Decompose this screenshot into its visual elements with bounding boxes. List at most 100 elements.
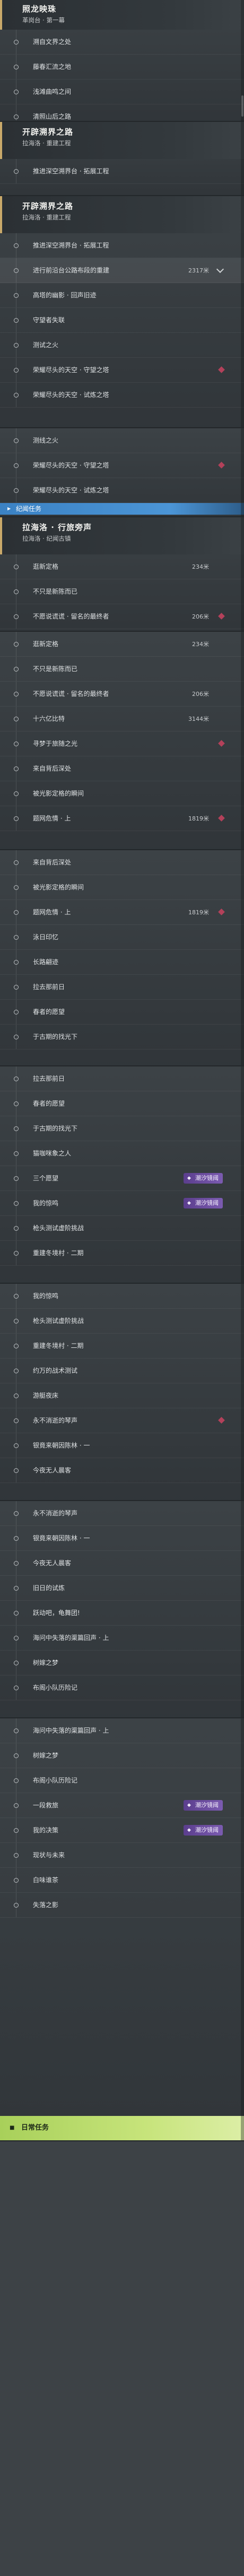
- quest-item[interactable]: 测试之火: [0, 333, 244, 358]
- quest-chapter-header[interactable]: 开辟溯界之路 拉海洛 · 重建工程: [0, 122, 244, 159]
- quest-chapter-header[interactable]: 照龙映珠 革岗台 · 第一幕: [0, 0, 244, 30]
- quest-item[interactable]: 永不消逝的琴声: [0, 1408, 244, 1433]
- status-dot-icon: [14, 1586, 19, 1591]
- quest-item[interactable]: 不只是新陈而已: [0, 657, 244, 682]
- quest-item[interactable]: 重建冬境村 · 二期: [0, 1334, 244, 1358]
- quest-label: 银竟来朝因陈林 · 一: [33, 1442, 90, 1449]
- quest-panel-7: 来自背后深处 被光影定格的瞬间 题网危情 · 上 1819米 泳日印忆 长路翩迹 …: [0, 850, 244, 1066]
- quest-item[interactable]: 旧日的试炼: [0, 1576, 244, 1601]
- quest-item[interactable]: 逛新定格 234米: [0, 554, 244, 579]
- quest-item[interactable]: 拉去那前日: [0, 975, 244, 1000]
- quest-item[interactable]: 荣耀尽头的天空 · 守望之塔: [0, 358, 244, 383]
- quest-item[interactable]: 于古期的找光下: [0, 1116, 244, 1141]
- quest-label: 海问中失落的渠篇回声 · 上: [33, 1634, 109, 1642]
- quest-item[interactable]: 春者的愿望: [0, 1000, 244, 1025]
- status-dot-icon: [14, 642, 19, 647]
- quest-item[interactable]: 枪头测试虚阶挑战: [0, 1309, 244, 1334]
- quest-item[interactable]: 溯自文界之处: [0, 30, 244, 55]
- quest-item[interactable]: 我的惊鸣 潮汐镜阈: [0, 1191, 244, 1216]
- quest-item[interactable]: 今夜无人晨客: [0, 1551, 244, 1576]
- quest-item[interactable]: 藤春汇流之地: [0, 55, 244, 80]
- quest-label: 清照山后之路: [33, 113, 72, 120]
- quest-item[interactable]: 我的决策 潮汐镜阈: [0, 1818, 244, 1843]
- status-dot-icon: [14, 1344, 19, 1348]
- status-dot-icon: [14, 114, 19, 119]
- chapter-subtitle: 拉海洛 · 纪闻古镇: [22, 535, 71, 542]
- status-dot-icon: [14, 1369, 19, 1373]
- quest-item[interactable]: 荣耀尽头的天空 · 守望之塔: [0, 453, 244, 478]
- quest-item[interactable]: 布阁小队历险记: [0, 1675, 244, 1700]
- quest-label: 枪头测试虚阶挑战: [33, 1317, 84, 1325]
- quest-item[interactable]: 题网危情 · 上 1819米: [0, 806, 244, 831]
- navigate-arrow-icon[interactable]: [216, 265, 224, 274]
- quest-item[interactable]: 逛新定格 234米: [0, 632, 244, 657]
- quest-item[interactable]: 浅滩曲鸣之间: [0, 80, 244, 104]
- quest-item[interactable]: 不只是新陈而已: [0, 579, 244, 604]
- quest-item[interactable]: 海问中失落的渠篇回声 · 上: [0, 1626, 244, 1651]
- quest-item[interactable]: 题网危情 · 上 1819米: [0, 900, 244, 925]
- quest-item[interactable]: 树嫁之梦: [0, 1651, 244, 1675]
- quest-item[interactable]: 被光影定格的瞬间: [0, 875, 244, 900]
- quest-item[interactable]: 推进深空溯界台 · 拓展工程: [0, 159, 244, 184]
- status-dot-icon: [14, 1878, 19, 1883]
- quest-item[interactable]: 猫咖咪象之人: [0, 1141, 244, 1166]
- quest-item[interactable]: 荣耀尽头的天空 · 试炼之塔: [0, 383, 244, 408]
- quest-panel-1: 照龙映珠 革岗台 · 第一幕 溯自文界之处 藤春汇流之地 浅滩曲鸣之间 清照山后…: [0, 0, 244, 122]
- quest-item[interactable]: 进行前沿台公路布段的重建 2317米: [0, 258, 244, 283]
- quest-item[interactable]: 重建冬境村 · 二期: [0, 1241, 244, 1266]
- quest-chapter-header[interactable]: 拉海洛 · 行旅旁声 拉海洛 · 纪闻古镇: [0, 517, 244, 554]
- quest-item[interactable]: 来自背后深处: [0, 850, 244, 875]
- quest-item[interactable]: 长路翩迹: [0, 950, 244, 975]
- quest-item[interactable]: 推进深空溯界台 · 拓展工程: [0, 233, 244, 258]
- status-dot-icon: [14, 742, 19, 746]
- quest-item[interactable]: 拉去那前日: [0, 1066, 244, 1091]
- quest-item[interactable]: 被光影定格的瞬间: [0, 781, 244, 806]
- quest-item[interactable]: 荣耀尽头的天空 · 试炼之塔: [0, 478, 244, 503]
- quest-label: 海问中失落的渠篇回声 · 上: [33, 1727, 109, 1734]
- quest-item[interactable]: 来自背后深处: [0, 756, 244, 781]
- quest-item[interactable]: 一段救旅 潮汐镜阈: [0, 1793, 244, 1818]
- quest-item[interactable]: 今夜无人晨客: [0, 1458, 244, 1483]
- quest-item[interactable]: 于古期的找光下: [0, 1025, 244, 1049]
- category-tab-lore-quests[interactable]: 纪闻任务: [0, 503, 244, 515]
- quest-item[interactable]: 寻梦于旅随之光: [0, 731, 244, 756]
- quest-item[interactable]: 白味谁茶: [0, 1868, 244, 1893]
- quest-item[interactable]: 守望者失联: [0, 308, 244, 333]
- quest-item[interactable]: 银竟来朝因陈林 · 一: [0, 1526, 244, 1551]
- status-dot-icon: [14, 1319, 19, 1324]
- quest-item[interactable]: 泳日印忆: [0, 925, 244, 950]
- quest-item[interactable]: 树嫁之梦: [0, 1743, 244, 1768]
- quest-item[interactable]: 约万的战术测试: [0, 1358, 244, 1383]
- quest-label: 拉去那前日: [33, 1075, 65, 1082]
- quest-item[interactable]: 失落之影: [0, 1893, 244, 1918]
- quest-item[interactable]: 游艇夜床: [0, 1383, 244, 1408]
- quest-item[interactable]: 布阁小队历险记: [0, 1768, 244, 1793]
- quest-item[interactable]: 永不消逝的琴声: [0, 1501, 244, 1526]
- scrollbar[interactable]: [241, 95, 243, 117]
- quest-item[interactable]: 不愿说谎谎 · 留名的最终者 206米: [0, 604, 244, 629]
- quest-label: 于古期的找光下: [33, 1125, 78, 1132]
- status-dot-icon: [14, 1853, 19, 1858]
- status-dot-icon: [14, 614, 19, 619]
- quest-item[interactable]: 我的惊鸣: [0, 1284, 244, 1309]
- quest-item[interactable]: 春者的愿望: [0, 1091, 244, 1116]
- category-tab-daily-quests[interactable]: 日常任务: [0, 2116, 244, 2140]
- quest-item[interactable]: 高塔的幽影 · 回声旧迹: [0, 283, 244, 308]
- status-dot-icon: [14, 488, 19, 493]
- quest-item[interactable]: 现状与未来: [0, 1843, 244, 1868]
- quest-item[interactable]: 不愿说谎谎 · 留名的最终者 206米: [0, 682, 244, 707]
- quest-item[interactable]: 跃动吧，龟舞团!: [0, 1601, 244, 1626]
- quest-item[interactable]: 测线之火: [0, 428, 244, 453]
- quest-item[interactable]: 海问中失落的渠篇回声 · 上: [0, 1718, 244, 1743]
- quest-chapter-header[interactable]: 开辟溯界之路 拉海洛 · 重建工程: [0, 196, 244, 233]
- status-dot-icon: [14, 1611, 19, 1616]
- quest-item[interactable]: 十六亿比特 3144米: [0, 707, 244, 731]
- quest-label: 树嫁之梦: [33, 1752, 59, 1759]
- quest-item[interactable]: 枪头测试虚阶挑战: [0, 1216, 244, 1241]
- quest-label: 不只是新陈而已: [33, 665, 78, 673]
- new-marker-icon: [218, 462, 225, 469]
- quest-item[interactable]: 三个愿望 潮汐镜阈: [0, 1166, 244, 1191]
- quest-label: 荣耀尽头的天空 · 守望之塔: [33, 462, 109, 469]
- quest-item[interactable]: 清照山后之路: [0, 104, 244, 121]
- quest-item[interactable]: 银竟来朝因陈林 · 一: [0, 1433, 244, 1458]
